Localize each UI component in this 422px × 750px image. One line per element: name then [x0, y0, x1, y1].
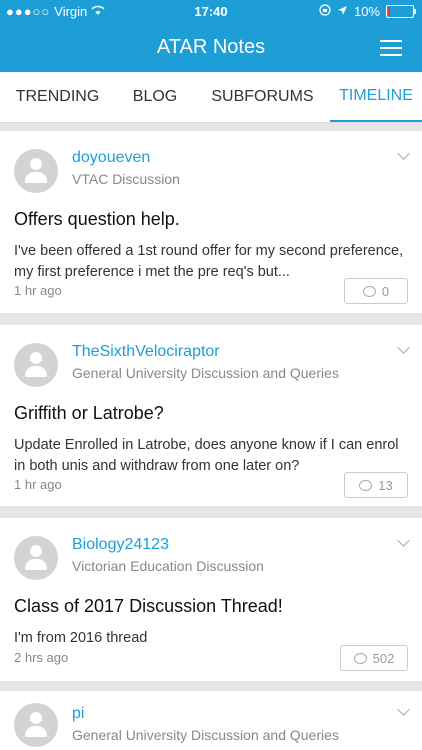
tab-blog[interactable]: BLOG	[115, 72, 195, 122]
comment-bubble-icon	[362, 285, 376, 297]
comment-bubble-icon	[359, 479, 373, 491]
comment-count-button[interactable]: 13	[344, 472, 408, 498]
post-username[interactable]: TheSixthVelociraptor	[72, 343, 220, 361]
post-title[interactable]: Class of 2017 Discussion Thread!	[14, 596, 283, 617]
comment-bubble-icon	[353, 652, 367, 664]
comment-count: 502	[372, 650, 395, 666]
post-forum[interactable]: General University Discussion and Querie…	[72, 727, 339, 743]
post-forum[interactable]: Victorian Education Discussion	[72, 558, 264, 574]
avatar[interactable]	[14, 343, 58, 387]
post-username[interactable]: pi	[72, 705, 84, 723]
tab-trending[interactable]: TRENDING	[0, 72, 115, 122]
battery-icon	[386, 5, 416, 18]
avatar[interactable]	[14, 536, 58, 580]
tab-subforums[interactable]: SUBFORUMS	[195, 72, 330, 122]
status-bar: ●●●○○ Virgin 17:40 10%	[0, 0, 422, 24]
post-timestamp: 1 hr ago	[14, 283, 62, 298]
avatar[interactable]	[14, 149, 58, 193]
post-card[interactable]: doyoueven VTAC Discussion Offers questio…	[0, 131, 422, 313]
chevron-down-icon[interactable]	[397, 703, 410, 716]
hamburger-menu-icon[interactable]	[380, 40, 402, 56]
post-title[interactable]: Offers question help.	[14, 209, 180, 230]
orientation-lock-icon	[319, 4, 331, 19]
tab-bar: TRENDING BLOG SUBFORUMS TIMELINE	[0, 72, 422, 123]
post-timestamp: 1 hr ago	[14, 477, 62, 492]
chevron-down-icon[interactable]	[397, 534, 410, 547]
battery-percent: 10%	[353, 4, 380, 19]
app-header: ●●●○○ Virgin 17:40 10% ATAR Notes	[0, 0, 422, 72]
comment-count: 13	[378, 477, 393, 493]
chevron-down-icon[interactable]	[397, 341, 410, 354]
post-username[interactable]: doyoueven	[72, 149, 150, 167]
post-card[interactable]: TheSixthVelociraptor General University …	[0, 325, 422, 506]
post-excerpt: I've been offered a 1st round offer for …	[14, 243, 404, 280]
comment-count-button[interactable]: 0	[344, 278, 408, 304]
post-card[interactable]: pi General University Discussion and Que…	[0, 691, 422, 750]
post-timestamp: 2 hrs ago	[14, 650, 69, 665]
tab-timeline[interactable]: TIMELINE	[330, 72, 422, 122]
location-arrow-icon	[337, 4, 348, 19]
comment-count-button[interactable]: 502	[340, 645, 408, 671]
page-title: ATAR Notes	[156, 36, 266, 58]
chevron-down-icon[interactable]	[397, 147, 410, 160]
post-card[interactable]: Biology24123 Victorian Education Discuss…	[0, 518, 422, 681]
post-forum[interactable]: General University Discussion and Querie…	[72, 365, 339, 381]
post-username[interactable]: Biology24123	[72, 536, 169, 554]
comment-count: 0	[381, 283, 390, 299]
post-forum[interactable]: VTAC Discussion	[72, 171, 180, 187]
post-title[interactable]: Griffith or Latrobe?	[14, 403, 164, 424]
post-excerpt: Update Enrolled in Latrobe, does anyone …	[14, 437, 399, 474]
avatar[interactable]	[14, 703, 58, 747]
